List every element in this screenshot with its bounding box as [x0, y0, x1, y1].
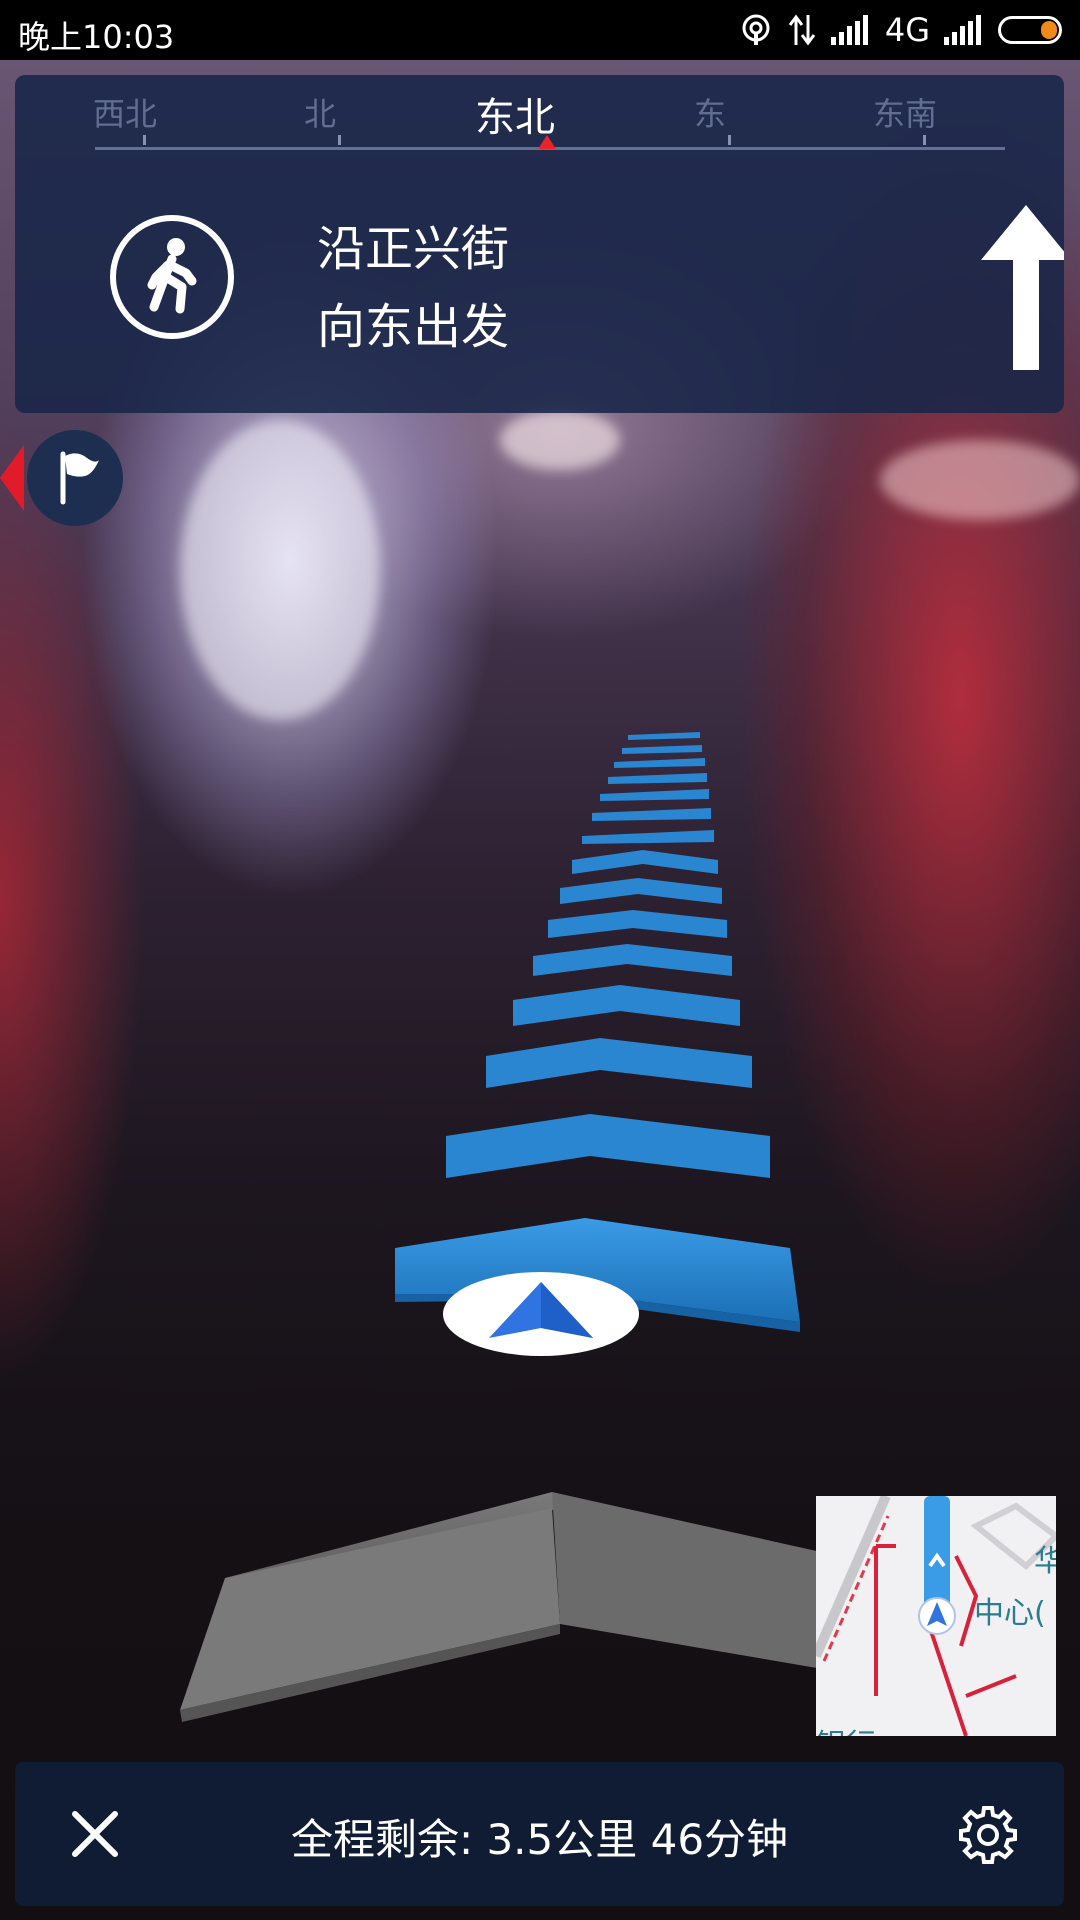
route-chevron [486, 1038, 752, 1088]
compass-strip[interactable]: 西北 北 东北 东 东南 [15, 75, 1064, 165]
data-transfer-icon [788, 14, 816, 46]
map-label: 银行 [816, 1720, 876, 1736]
navigation-arrow-icon [443, 1272, 639, 1356]
route-chevron [560, 878, 722, 904]
route-chevrons [180, 732, 840, 1722]
hotspot-icon [742, 14, 770, 45]
instruction-direction: 向东出发 [317, 299, 510, 355]
status-icons: 4G [739, 10, 1062, 50]
signal-icon [830, 15, 868, 45]
map-label: 中心( [974, 1596, 1046, 1631]
remaining-distance-time: 全程剩余: 3.5公里 46分钟 [290, 1815, 789, 1864]
compass-tick [338, 135, 341, 145]
route-chevron [600, 789, 709, 801]
map-label: 华 [1034, 1544, 1056, 1579]
instruction-text: 沿正兴街 向东出发 [317, 210, 509, 366]
compass-label-north: 北 [303, 95, 337, 133]
route-chevron-passed [552, 1492, 840, 1672]
route-chevron [446, 1114, 770, 1178]
route-chevron [608, 773, 707, 784]
compass-label-northwest: 西北 [92, 95, 158, 133]
compass-tick [728, 135, 731, 145]
route-chevron [533, 944, 732, 976]
gear-icon[interactable] [955, 1802, 1021, 1868]
destination-flag-button[interactable] [27, 430, 123, 526]
network-type: 4G [884, 11, 930, 49]
flag-icon [60, 451, 99, 505]
compass-tick [143, 135, 146, 145]
compass-label-east: 东 [693, 95, 727, 133]
signal-icon-2 [944, 15, 981, 45]
battery-level [1041, 21, 1057, 39]
route-chevron [614, 758, 705, 768]
mini-map[interactable]: 华 中心( 银行 [816, 1496, 1056, 1736]
route-chevron [572, 850, 718, 874]
compass-tick [923, 135, 926, 145]
bottom-bar: 全程剩余: 3.5公里 46分钟 [15, 1762, 1064, 1906]
status-bar: 晚上10:03 4G [0, 0, 1080, 60]
street-light-glow [180, 420, 380, 720]
status-time: 晚上10:03 [18, 18, 175, 56]
battery-icon [998, 16, 1062, 44]
compass-pointer [538, 135, 556, 149]
route-chevron-passed [180, 1508, 560, 1710]
route-chevron [548, 910, 727, 938]
pedestrian-icon [110, 215, 234, 339]
vehicle-lights [500, 410, 620, 470]
arrow-up-icon [981, 205, 1064, 370]
route-chevron [592, 808, 711, 821]
compass-label-southeast: 东南 [872, 95, 938, 133]
route-chevron [628, 732, 700, 740]
instruction-street: 沿正兴街 [317, 221, 510, 277]
route-chevron [622, 745, 702, 754]
route-chevron [582, 830, 714, 844]
navigation-panel: 西北 北 东北 东 东南 沿正兴街 向东出发 [15, 75, 1064, 413]
direction-marker [0, 445, 24, 511]
route-chevron [513, 985, 740, 1026]
storefront-lights [880, 440, 1080, 520]
